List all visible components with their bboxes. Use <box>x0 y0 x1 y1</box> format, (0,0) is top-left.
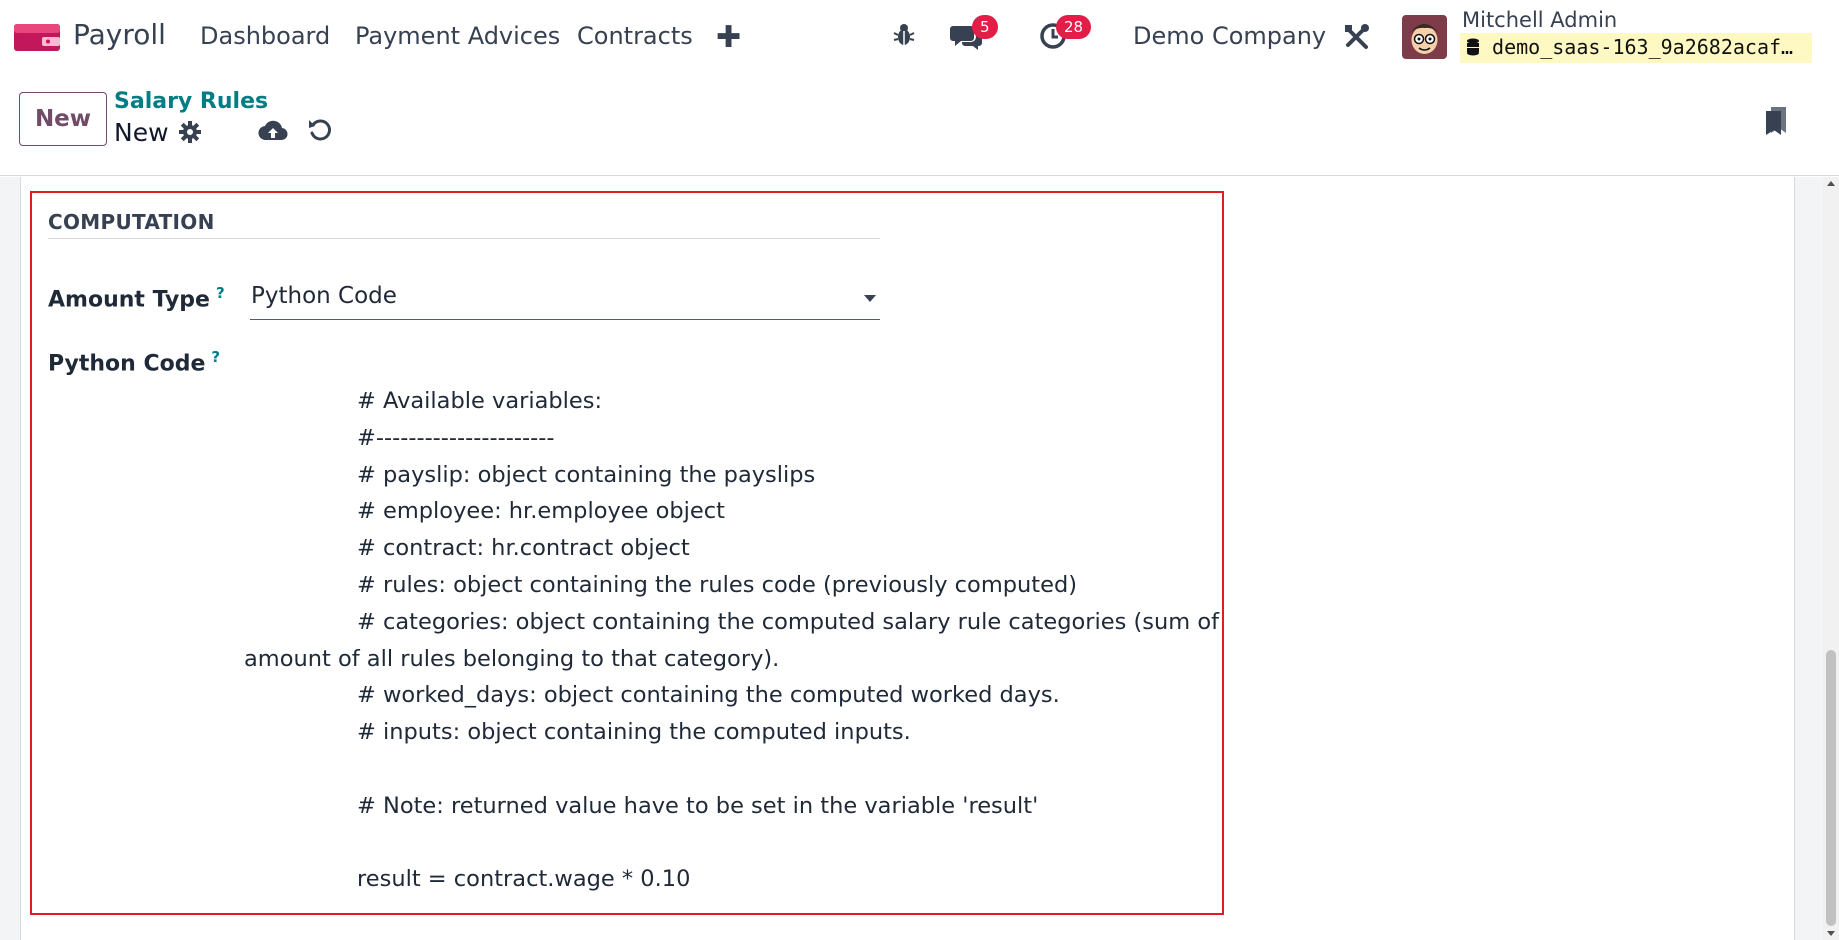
code-line: # employee: hr.employee object <box>357 498 725 525</box>
user-name[interactable]: Mitchell Admin <box>1462 8 1617 32</box>
scroll-down-icon[interactable] <box>1827 931 1835 936</box>
code-line: #---------------------- <box>357 424 555 451</box>
discard-changes-icon[interactable] <box>307 117 333 147</box>
code-line: # Available variables: <box>357 388 603 414</box>
record-name: New <box>114 118 169 147</box>
code-line: # contract: hr.contract object <box>357 535 690 562</box>
payroll-app-icon[interactable] <box>14 22 60 52</box>
database-name-text: demo_saas-163_9a2682acaf… <box>1492 35 1794 59</box>
tools-icon[interactable] <box>1343 22 1371 54</box>
database-icon <box>1466 35 1492 59</box>
cloud-upload-icon[interactable] <box>258 119 288 147</box>
gear-icon[interactable] <box>178 120 202 148</box>
user-avatar[interactable] <box>1402 15 1447 59</box>
code-line: # worked_days: object containing the com… <box>357 682 1060 709</box>
code-line: # Note: returned value have to be set in… <box>357 792 1039 819</box>
python-code-label-text: Python Code <box>48 351 206 377</box>
bookmark-icon[interactable] <box>1764 105 1788 141</box>
section-divider <box>48 238 880 239</box>
menu-dashboard[interactable]: Dashboard <box>200 22 330 50</box>
plus-icon[interactable]: ✚ <box>716 20 741 55</box>
database-name: demo_saas-163_9a2682acaf… <box>1460 33 1812 63</box>
menu-payment-advices[interactable]: Payment Advices <box>355 22 560 50</box>
amount-type-label-text: Amount Type <box>48 287 210 313</box>
amount-type-label: Amount Type? <box>48 284 225 312</box>
section-title: COMPUTATION <box>48 210 215 234</box>
menu-contracts[interactable]: Contracts <box>577 22 693 50</box>
python-code-label: Python Code? <box>48 348 220 376</box>
control-panel: New Salary Rules New <box>0 73 1839 176</box>
code-line: # payslip: object containing the payslip… <box>357 461 816 488</box>
code-line: # categories: object containing the comp… <box>357 608 1220 635</box>
code-line: # rules: object containing the rules cod… <box>357 571 1077 598</box>
scroll-up-icon[interactable] <box>1827 181 1835 186</box>
app-name[interactable]: Payroll <box>73 18 166 51</box>
amount-type-select[interactable]: Python Code <box>250 282 880 320</box>
python-code-help[interactable]: ? <box>211 348 220 366</box>
python-code-editor[interactable]: # Available variables: #----------------… <box>244 383 1220 898</box>
breadcrumb-salary-rules[interactable]: Salary Rules <box>114 89 268 114</box>
top-navbar: Payroll Dashboard Payment Advices Contra… <box>0 0 1839 73</box>
amount-type-help[interactable]: ? <box>216 284 225 302</box>
scrollbar-thumb[interactable] <box>1826 650 1836 926</box>
company-switcher[interactable]: Demo Company <box>1133 22 1326 50</box>
code-line: result = contract.wage * 0.10 <box>357 866 691 893</box>
vertical-scrollbar[interactable] <box>1823 177 1839 940</box>
chevron-down-icon <box>864 295 876 302</box>
new-button[interactable]: New <box>19 92 107 146</box>
code-line: amount of all rules belonging to that ca… <box>244 645 780 672</box>
amount-type-value: Python Code <box>251 283 397 309</box>
bug-icon[interactable] <box>892 22 916 52</box>
messages-count-badge: 5 <box>972 15 998 39</box>
code-line: # inputs: object containing the computed… <box>357 719 911 746</box>
activities-count-badge: 28 <box>1056 15 1092 39</box>
